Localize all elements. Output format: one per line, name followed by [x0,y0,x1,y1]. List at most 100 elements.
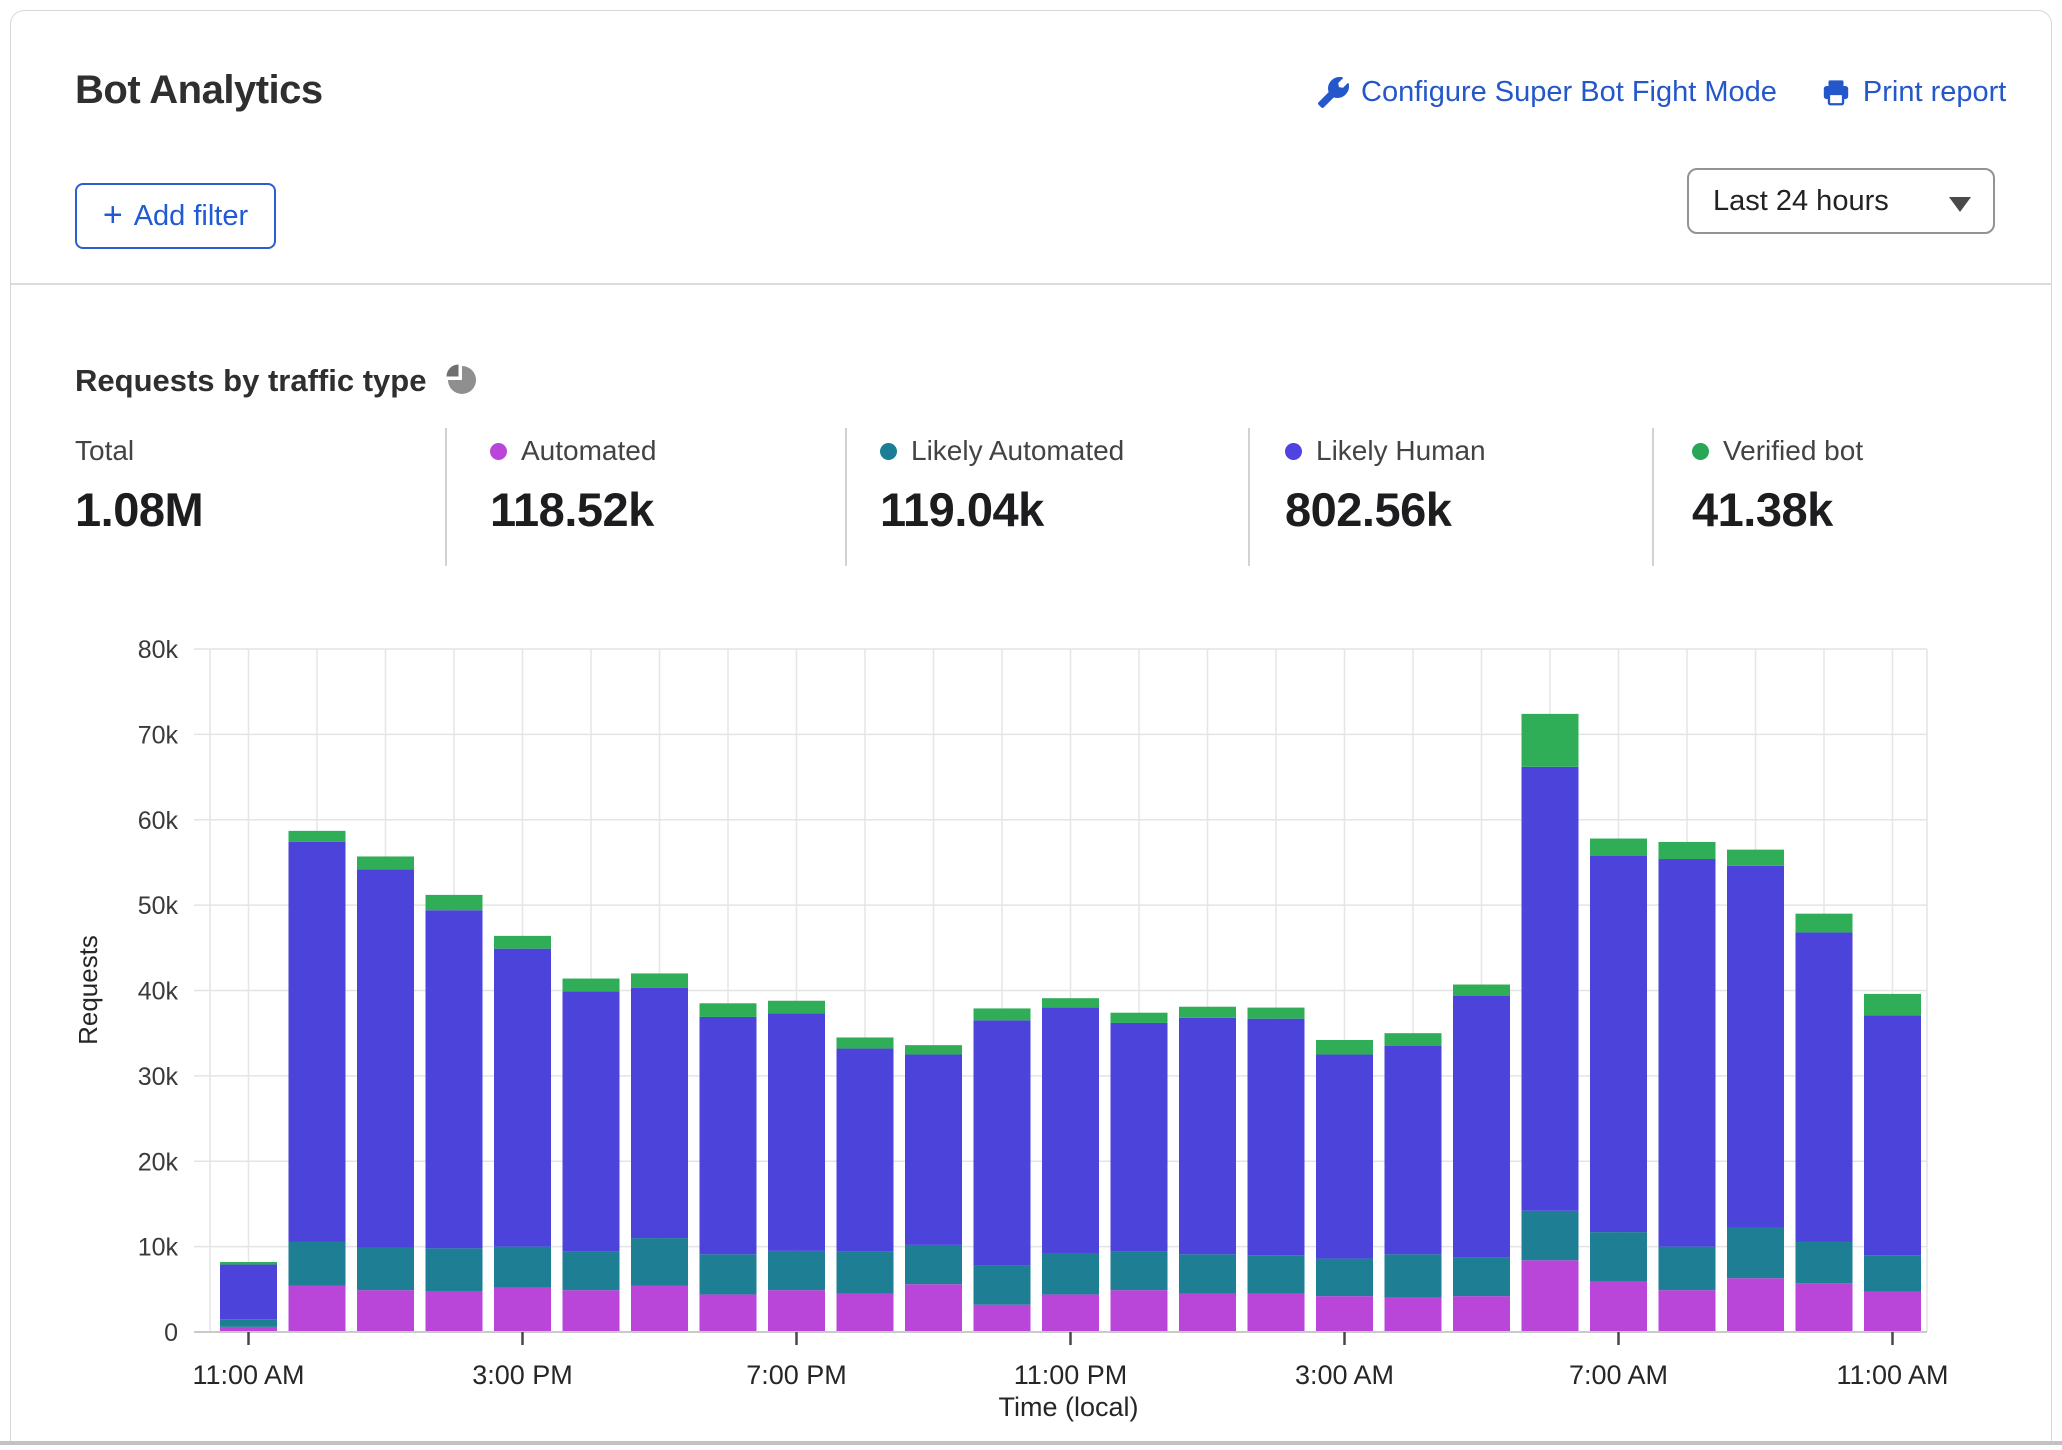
print-report-link[interactable]: Print report [1821,76,2006,109]
bar-segment-verified-bot[interactable] [1453,985,1510,996]
bar-segment-verified-bot[interactable] [1796,914,1853,933]
bar-segment-verified-bot[interactable] [563,979,620,992]
bar-segment-likely-human[interactable] [1453,996,1510,1258]
bar-segment-automated[interactable] [1727,1278,1784,1332]
bar-segment-verified-bot[interactable] [1111,1013,1168,1023]
bar-segment-likely-automated[interactable] [357,1247,414,1290]
bar-segment-likely-human[interactable] [1727,866,1784,1227]
bar-segment-likely-automated[interactable] [426,1248,483,1291]
bar-segment-automated[interactable] [1248,1294,1305,1332]
bar-segment-verified-bot[interactable] [631,973,688,988]
bar-segment-automated[interactable] [1864,1292,1921,1332]
bar-segment-likely-automated[interactable] [1659,1247,1716,1291]
bar-segment-verified-bot[interactable] [1042,998,1099,1007]
bar-segment-likely-human[interactable] [631,988,688,1238]
bar-segment-likely-automated[interactable] [1248,1255,1305,1293]
bar-segment-automated[interactable] [220,1327,277,1332]
bar-segment-verified-bot[interactable] [1864,994,1921,1015]
bar-segment-verified-bot[interactable] [220,1262,277,1265]
bar-segment-automated[interactable] [426,1291,483,1332]
bar-segment-verified-bot[interactable] [768,1001,825,1014]
bar-segment-likely-automated[interactable] [494,1247,551,1288]
bar-segment-likely-human[interactable] [1796,932,1853,1241]
bar-segment-likely-automated[interactable] [563,1252,620,1290]
bar-segment-likely-automated[interactable] [1385,1254,1442,1297]
bar-segment-automated[interactable] [905,1284,962,1332]
bar-segment-automated[interactable] [1453,1296,1510,1332]
bar-segment-automated[interactable] [289,1286,346,1332]
stat-likely-automated[interactable]: Likely Automated 119.04k [880,434,1124,537]
bar-segment-automated[interactable] [1111,1290,1168,1332]
bar-segment-automated[interactable] [974,1305,1031,1332]
bar-segment-verified-bot[interactable] [700,1003,757,1017]
bar-segment-automated[interactable] [1659,1290,1716,1332]
bar-segment-automated[interactable] [494,1288,551,1332]
bar-segment-likely-human[interactable] [1316,1055,1373,1259]
bar-segment-likely-automated[interactable] [837,1252,894,1294]
bar-segment-verified-bot[interactable] [1248,1008,1305,1019]
bar-segment-likely-human[interactable] [1179,1018,1236,1254]
bar-segment-automated[interactable] [563,1290,620,1332]
bar-segment-likely-automated[interactable] [220,1319,277,1327]
bar-segment-likely-human[interactable] [974,1020,1031,1265]
bar-segment-likely-human[interactable] [1522,767,1579,1211]
bar-segment-likely-automated[interactable] [1042,1253,1099,1294]
bar-segment-automated[interactable] [1385,1297,1442,1332]
bar-segment-verified-bot[interactable] [905,1045,962,1054]
time-range-dropdown[interactable]: Last 24 hours [1687,168,1995,234]
bar-segment-likely-human[interactable] [1864,1015,1921,1255]
bar-segment-likely-automated[interactable] [631,1238,688,1286]
bar-segment-likely-automated[interactable] [768,1251,825,1290]
bar-segment-verified-bot[interactable] [494,936,551,949]
bar-segment-verified-bot[interactable] [1659,842,1716,859]
bar-segment-verified-bot[interactable] [1385,1033,1442,1046]
bar-segment-likely-human[interactable] [1111,1023,1168,1252]
bar-segment-automated[interactable] [768,1290,825,1332]
bar-segment-likely-human[interactable] [563,991,620,1251]
bar-segment-likely-human[interactable] [1042,1008,1099,1254]
bar-segment-likely-human[interactable] [1590,856,1647,1233]
bar-segment-automated[interactable] [1179,1294,1236,1332]
bar-segment-automated[interactable] [1522,1260,1579,1332]
bar-segment-automated[interactable] [1042,1294,1099,1332]
bar-segment-verified-bot[interactable] [426,895,483,910]
bar-segment-verified-bot[interactable] [974,1008,1031,1020]
bar-segment-likely-human[interactable] [357,869,414,1247]
stat-automated[interactable]: Automated 118.52k [490,434,656,537]
bar-segment-likely-automated[interactable] [905,1245,962,1284]
bar-segment-verified-bot[interactable] [1727,850,1784,866]
bar-segment-likely-human[interactable] [700,1017,757,1254]
bar-segment-likely-automated[interactable] [1727,1227,1784,1278]
bar-segment-likely-automated[interactable] [974,1265,1031,1304]
add-filter-button[interactable]: + Add filter [75,183,276,249]
bar-segment-automated[interactable] [700,1294,757,1332]
bar-segment-likely-human[interactable] [289,842,346,1242]
bar-segment-likely-human[interactable] [768,1014,825,1251]
bar-segment-likely-automated[interactable] [1179,1254,1236,1293]
configure-super-bot-fight-mode-link[interactable]: Configure Super Bot Fight Mode [1318,76,1777,109]
bar-segment-likely-automated[interactable] [700,1254,757,1294]
bar-segment-automated[interactable] [837,1294,894,1332]
bar-segment-verified-bot[interactable] [289,831,346,842]
bar-segment-likely-automated[interactable] [1864,1255,1921,1292]
bar-segment-likely-human[interactable] [494,949,551,1247]
bar-segment-verified-bot[interactable] [357,856,414,869]
stat-total[interactable]: Total 1.08M [75,434,203,537]
bar-segment-verified-bot[interactable] [1316,1040,1373,1055]
bar-segment-likely-human[interactable] [1659,859,1716,1247]
bar-segment-automated[interactable] [1316,1296,1373,1332]
bar-segment-likely-automated[interactable] [1796,1242,1853,1284]
bar-segment-likely-automated[interactable] [289,1242,346,1286]
bar-segment-automated[interactable] [1590,1282,1647,1332]
bar-segment-likely-automated[interactable] [1590,1232,1647,1282]
bar-segment-automated[interactable] [357,1290,414,1332]
bar-segment-likely-automated[interactable] [1453,1258,1510,1296]
bar-segment-automated[interactable] [631,1286,688,1332]
bar-segment-automated[interactable] [1796,1283,1853,1332]
bar-segment-likely-human[interactable] [426,910,483,1248]
bar-segment-verified-bot[interactable] [837,1037,894,1048]
stat-verified-bot[interactable]: Verified bot 41.38k [1692,434,1863,537]
bar-segment-likely-automated[interactable] [1111,1252,1168,1290]
bar-segment-likely-human[interactable] [220,1265,277,1320]
bar-segment-likely-automated[interactable] [1522,1211,1579,1261]
